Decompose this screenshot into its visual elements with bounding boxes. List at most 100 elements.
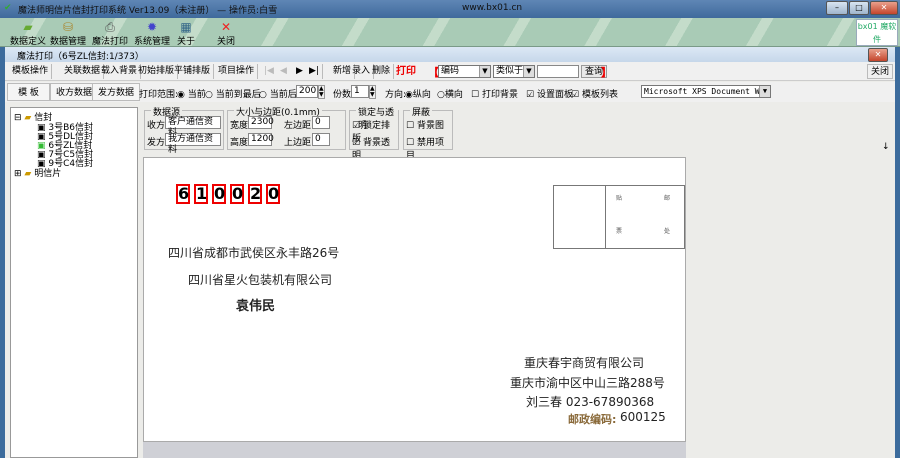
recv-name[interactable]: 袁伟民 [236,295,275,314]
last-record-button[interactable]: ▶| [306,64,323,79]
canvas-bottom-area [143,442,686,458]
print-window: 魔法打印（6号ZL信封:1/373） ✕ 模板操作 关联数据 载入背景 初始排版… [5,47,895,458]
send-label: 发方 [147,138,166,148]
stamp-char: 处 [664,228,671,235]
datasource-group: 数据源 收方 客户通信资料 发方 我方通信资料 [144,105,224,155]
copies-spinner[interactable]: ▲ ▼ [369,85,376,99]
range-to-end[interactable]: ○ 当前到最后 [205,87,261,100]
toolbar-close[interactable]: ✕ 关闭 [214,20,238,47]
width-input[interactable]: 2300 [248,116,274,129]
gear-icon: ✹ [146,20,158,34]
zip-digit: 6 [176,184,190,204]
toolbar-magic-print[interactable]: ⎙ 魔法打印 [92,20,129,47]
lock-group: 锁定与透明 ☑ 锁定排版 ☑ 背景透明 [349,105,399,161]
toolbar-data-manage[interactable]: ⛁ 数据管理 [50,20,86,47]
close-inner-button[interactable]: ✕ [868,48,888,62]
printer-select[interactable]: Microsoft XPS Document Wri ▼ [641,85,771,98]
send-address[interactable]: 重庆市渝中区中山三路288号 [510,374,665,391]
dir-portrait[interactable]: ◉纵向 [405,87,431,100]
toolbar-about[interactable]: ▦ 关于 [174,20,198,47]
print-bg-label: 打印背景 [481,90,518,100]
top-margin-input[interactable]: 0 [312,133,330,146]
height-input[interactable]: 1200 [248,133,274,146]
close-window-button[interactable]: ✕ [870,1,898,15]
about-icon: ▦ [180,20,192,34]
copies-input[interactable]: 1 [351,85,369,98]
field-select[interactable]: 编码 ▼ [438,65,491,78]
set-panel-checkbox[interactable]: ☑ 设置面板 [526,87,573,100]
title-bar: ✔ 魔法师明信片信封打印系统 Ver13.09（未注册） — 操作员:白雪 ww… [0,0,900,18]
size-margin-group: 大小与边距(0.1mm) 宽度 2300 左边距 0 高度 1200 上边距 0 [227,105,346,150]
next-record-button[interactable]: ▶ [293,64,306,79]
zip-digit: 0 [212,184,226,204]
prev-record-button[interactable]: ◀ [277,64,290,79]
app-icon: ✔ [4,3,12,13]
send-zip[interactable]: 600125 [620,410,666,424]
range-current-label: 当前 [187,90,206,100]
range-current[interactable]: ◉ 当前 [177,87,206,100]
dir-portrait-label: 纵向 [412,90,431,100]
zip-digit: 2 [248,184,262,204]
tab-template[interactable]: 模 板 [7,83,50,101]
field-value: 编码 [441,66,460,76]
range-spinner[interactable]: ▲ ▼ [318,85,325,99]
mask-group: 屏蔽 ☐ 背景图 ☐ 禁用项目 [403,105,453,161]
main-toolbar: ▰ 数据定义 ⛁ 数据管理 ⎙ 魔法打印 ✹ 系统管理 ▦ 关于 ✕ 关闭 [0,18,900,47]
toolbar-label: 数据定义 [9,37,46,47]
toolbar-label: 关闭 [216,37,235,47]
bg-image-checkbox[interactable]: ☐ 背景图 [406,118,444,131]
copies-label: 份数 [333,90,352,100]
first-record-button[interactable]: |◀ [261,64,277,79]
zip-digit: 0 [230,184,244,204]
template-ops-button[interactable]: 模板操作 [9,64,53,79]
recv-zip-boxes: 610020 [176,184,284,204]
range-after[interactable]: ○ 当前后 [259,87,297,100]
chevron-down-icon: ▼ [759,86,770,97]
recv-source-input[interactable]: 客户通信资料 [165,116,221,138]
tree-node-postcard[interactable]: ⊞ ▰ 明信片 [14,166,61,179]
print-bg-checkbox[interactable]: ☐ 打印背景 [471,87,518,100]
height-label: 高度 [230,138,249,148]
toolbar-data-define[interactable]: ▰ 数据定义 [8,20,48,47]
delete-button[interactable]: 删除 [369,64,395,79]
left-margin-input[interactable]: 0 [312,116,330,129]
send-source-input[interactable]: 我方通信资料 [165,133,221,155]
toolbar-system-manage[interactable]: ✹ 系统管理 [134,20,171,47]
action-toolbar: 模板操作 关联数据 载入背景 初始排版 平铺排版 项目操作 |◀ ◀ ▶ ▶| … [5,62,895,81]
envelope-canvas: 610020 贴 邮 票 处 四川省成都市武侯区永丰路26号 四川省星火包装机有… [143,157,686,442]
range-count-input[interactable]: 200 [296,85,318,98]
recv-company[interactable]: 四川省星火包装机有限公司 [188,271,332,288]
toolbar-label: 关于 [176,37,195,47]
send-company[interactable]: 重庆春宇商贸有限公司 [524,354,644,371]
tab-send-data[interactable]: 发方数据 [92,83,141,101]
window-title: 魔法师明信片信封打印系统 Ver13.09（未注册） — 操作员:白雪 [18,6,278,16]
inner-window-title: 魔法打印（6号ZL信封:1/373） [5,47,895,62]
tile-layout-button[interactable]: 平铺排版 [171,64,215,79]
tree-label: 明信片 [34,169,62,179]
match-select[interactable]: 类似于 ▼ [493,65,535,78]
close-button[interactable]: 关闭 [867,64,894,79]
recv-address[interactable]: 四川省成都市武侯区永丰路26号 [168,244,339,261]
bracket-right: 】 [601,66,612,79]
print-button[interactable]: 打印 [393,64,419,79]
maximize-button[interactable]: □ [849,1,869,15]
minimize-button[interactable]: – [826,1,848,15]
search-input[interactable] [537,65,579,78]
send-contact[interactable]: 刘三春 023-67890368 [526,393,654,410]
zip-digit: 1 [194,184,208,204]
tab-recv-data[interactable]: 收方数据 [50,83,99,101]
direction-label: 方向: [385,90,407,100]
stamp-area: 贴 邮 票 处 [605,186,685,248]
range-to-end-label: 当前到最后 [215,90,261,100]
zip-digit: 0 [266,184,280,204]
template-list-label: 模板列表 [581,90,618,100]
chevron-down-icon: ▼ [523,66,534,77]
data-define-icon: ▰ [23,20,33,34]
toolbar-label: 魔法打印 [92,37,129,47]
toolbar-label: 系统管理 [134,37,171,47]
bg-image-label: 背景图 [416,121,444,131]
template-list-checkbox[interactable]: ☑ 模板列表 [571,87,618,100]
dir-landscape[interactable]: ○横向 [437,87,463,100]
template-tree: ⊟ ▰ 信封 ▣ 3号B6信封 ▣ 5号DL信封 ▣ 6号ZL信封 ▣ 7号C5… [10,107,138,458]
item-ops-button[interactable]: 项目操作 [215,64,259,79]
